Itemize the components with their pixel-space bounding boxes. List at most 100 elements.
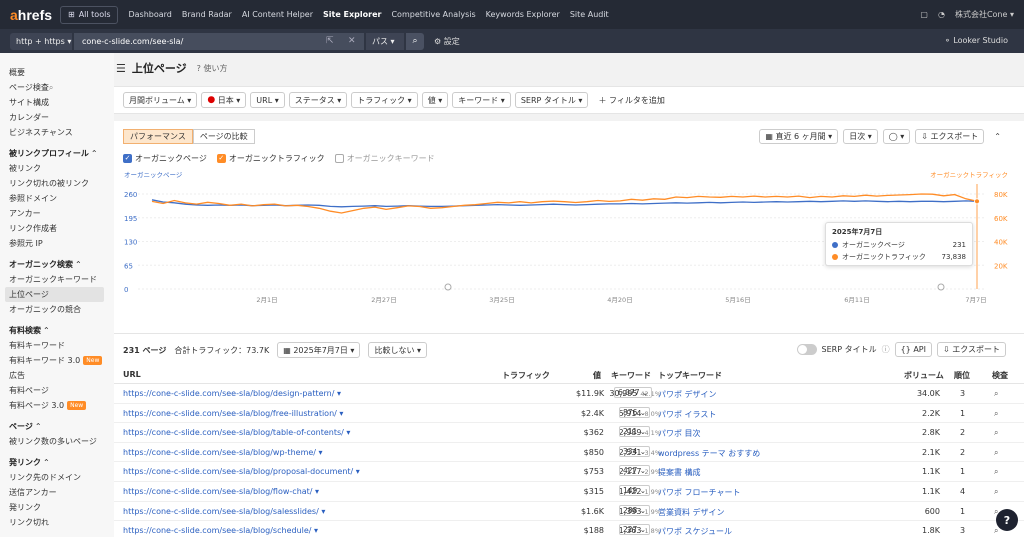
- top-keyword-link[interactable]: wordpress テーマ おすすめ: [658, 448, 760, 459]
- col-top-keyword[interactable]: トップキーワード: [658, 370, 722, 381]
- sidebar-section-heading[interactable]: オーガニック検索 ⌃: [0, 257, 114, 272]
- table-export-button[interactable]: ⇩ エクスポート: [936, 342, 1006, 357]
- history-icon[interactable]: ◔: [938, 10, 945, 19]
- keywords-cell[interactable]: 211 ⌄: [614, 426, 650, 438]
- dropdown-caret-icon[interactable]: ▾: [315, 487, 319, 496]
- dropdown-caret-icon[interactable]: ▾: [321, 507, 325, 516]
- ahrefs-logo[interactable]: ahrefs: [10, 7, 54, 23]
- filter-value[interactable]: 値 ▾: [421, 92, 449, 108]
- annotation-marker-icon[interactable]: [937, 283, 945, 291]
- filter-country[interactable]: ● 日本 ▾: [201, 92, 247, 108]
- api-button[interactable]: {} API: [894, 342, 932, 357]
- legend-organic-pages[interactable]: ✓ オーガニックページ: [123, 153, 207, 164]
- keywords-cell[interactable]: 427 ⌄: [614, 465, 650, 477]
- filter-status[interactable]: ステータス ▾: [288, 92, 348, 108]
- sidebar-item[interactable]: オーガニックキーワード: [0, 272, 114, 287]
- nav-ai-content-helper[interactable]: AI Content Helper: [242, 10, 313, 19]
- tab-performance[interactable]: パフォーマンス: [123, 129, 193, 144]
- granularity-select[interactable]: 日次 ▾: [843, 129, 878, 144]
- col-keywords[interactable]: キーワード: [611, 370, 651, 381]
- sidebar-item[interactable]: ビジネスチャンス: [0, 125, 114, 140]
- top-keyword-link[interactable]: 営業資料 デザイン: [658, 507, 725, 518]
- help-chat-button[interactable]: ?: [996, 509, 1018, 531]
- all-tools-button[interactable]: ⊞ All tools: [60, 5, 119, 24]
- filter-traffic[interactable]: トラフィック ▾: [351, 92, 418, 108]
- dropdown-caret-icon[interactable]: ▾: [356, 467, 360, 476]
- page-url-link[interactable]: https://cone-c-slide.com/see-sla/blog/sc…: [123, 526, 318, 535]
- filter-volume[interactable]: 月間ボリューム ▾: [123, 92, 198, 108]
- search-icon[interactable]: ⌕: [994, 467, 998, 477]
- dropdown-caret-icon[interactable]: ▾: [314, 526, 318, 535]
- open-external-icon[interactable]: ⇱: [326, 36, 334, 46]
- page-url-link[interactable]: https://cone-c-slide.com/see-sla/blog/sa…: [123, 507, 325, 516]
- search-button[interactable]: ⌕: [406, 32, 424, 50]
- sidebar-item[interactable]: リンク先のドメイン: [0, 470, 114, 485]
- top-keyword-link[interactable]: 提案書 構成: [658, 467, 701, 478]
- sidebar-item[interactable]: 被リンク: [0, 161, 114, 176]
- search-icon[interactable]: ⌕: [994, 487, 998, 497]
- search-icon[interactable]: ⌕: [994, 428, 998, 438]
- keywords-cell[interactable]: 334 ⌄: [614, 445, 650, 457]
- sidebar-item[interactable]: アンカー: [0, 206, 114, 221]
- filter-url[interactable]: URL ▾: [250, 92, 285, 108]
- tab-page-compare[interactable]: ページの比較: [192, 129, 255, 144]
- top-keyword-link[interactable]: パワポ イラスト: [658, 409, 716, 420]
- mode-select[interactable]: パス ▾: [366, 32, 404, 50]
- col-value[interactable]: 値: [593, 370, 601, 381]
- nav-dashboard[interactable]: Dashboard: [128, 10, 171, 19]
- top-keyword-link[interactable]: パワポ スケジュール: [658, 526, 732, 537]
- chart-export-button[interactable]: ⇩ エクスポート: [915, 129, 985, 144]
- sidebar-section-heading[interactable]: 被リンクプロフィール ⌃: [0, 146, 114, 161]
- dropdown-caret-icon[interactable]: ▾: [337, 389, 341, 398]
- page-url-link[interactable]: https://cone-c-slide.com/see-sla/blog/wp…: [123, 448, 323, 457]
- table-date-select[interactable]: ▦ 2025年7月7日 ▾: [277, 342, 361, 358]
- account-menu[interactable]: 株式会社Cone ▾: [955, 9, 1014, 20]
- search-icon[interactable]: ⌕: [994, 409, 998, 419]
- clear-icon[interactable]: ✕: [348, 36, 356, 46]
- keywords-cell[interactable]: 6,077 ⌄: [614, 387, 653, 398]
- page-url-link[interactable]: https://cone-c-slide.com/see-sla/blog/de…: [123, 389, 341, 398]
- page-url-link[interactable]: https://cone-c-slide.com/see-sla/blog/pr…: [123, 467, 360, 476]
- keywords-cell[interactable]: 149 ⌄: [614, 485, 650, 496]
- sidebar-item[interactable]: 被リンク数の多いページ: [0, 434, 114, 449]
- annotation-button[interactable]: ◯ ▾: [882, 129, 911, 144]
- sidebar-item[interactable]: 参照元 IP: [0, 236, 114, 251]
- col-volume[interactable]: ボリューム: [904, 370, 944, 381]
- menu-icon[interactable]: ☰: [116, 62, 126, 75]
- sidebar-item[interactable]: 上位ページ: [5, 287, 104, 302]
- window-icon[interactable]: ▢: [920, 10, 928, 19]
- sidebar-item[interactable]: 広告: [0, 368, 114, 383]
- protocol-select[interactable]: http + https ▾: [10, 32, 72, 50]
- page-url-link[interactable]: https://cone-c-slide.com/see-sla/blog/fr…: [123, 409, 343, 418]
- sidebar-item[interactable]: カレンダー: [0, 110, 114, 125]
- sidebar-item[interactable]: 参照ドメイン: [0, 191, 114, 206]
- keywords-cell[interactable]: 227 ⌄: [614, 524, 650, 536]
- top-keyword-link[interactable]: パワポ 目次: [658, 428, 701, 439]
- looker-studio-link[interactable]: ⚬ Looker Studio: [944, 36, 1008, 45]
- sidebar-item[interactable]: 概要: [0, 65, 114, 80]
- serp-title-toggle[interactable]: [796, 344, 817, 355]
- legend-organic-keywords[interactable]: オーガニックキーワード: [334, 153, 435, 164]
- search-icon[interactable]: ⌕: [994, 448, 998, 458]
- annotation-marker-icon[interactable]: [444, 283, 452, 291]
- add-filter-button[interactable]: ＋ フィルタを追加: [598, 95, 664, 106]
- sidebar-item[interactable]: ページ検査 ⌕: [0, 80, 114, 95]
- sidebar-item[interactable]: リンク切れの被リンク: [0, 176, 114, 191]
- compare-select[interactable]: 比較しない ▾: [368, 342, 428, 358]
- keywords-cell[interactable]: 288 ⌄: [614, 504, 650, 516]
- sidebar-item[interactable]: 有料キーワード 3.0 New: [0, 353, 114, 368]
- settings-button[interactable]: ⚙ 設定: [434, 36, 460, 47]
- dropdown-caret-icon[interactable]: ▾: [346, 428, 350, 437]
- sidebar-section-heading[interactable]: ページ ⌃: [0, 419, 114, 434]
- page-url-link[interactable]: https://cone-c-slide.com/see-sla/blog/ta…: [123, 428, 350, 437]
- nav-brand-radar[interactable]: Brand Radar: [182, 10, 232, 19]
- search-icon[interactable]: ⌕: [994, 526, 998, 536]
- dropdown-caret-icon[interactable]: ▾: [319, 448, 323, 457]
- legend-organic-traffic[interactable]: ✓ オーガニックトラフィック: [216, 153, 325, 164]
- sidebar-item[interactable]: リンク切れ: [0, 515, 114, 530]
- top-keyword-link[interactable]: パワポ デザイン: [658, 389, 717, 400]
- search-icon[interactable]: ⌕: [994, 389, 998, 399]
- sidebar-item[interactable]: 有料ページ: [0, 383, 114, 398]
- col-traffic[interactable]: トラフィック: [502, 370, 550, 381]
- top-keyword-link[interactable]: パワポ フローチャート: [658, 487, 740, 498]
